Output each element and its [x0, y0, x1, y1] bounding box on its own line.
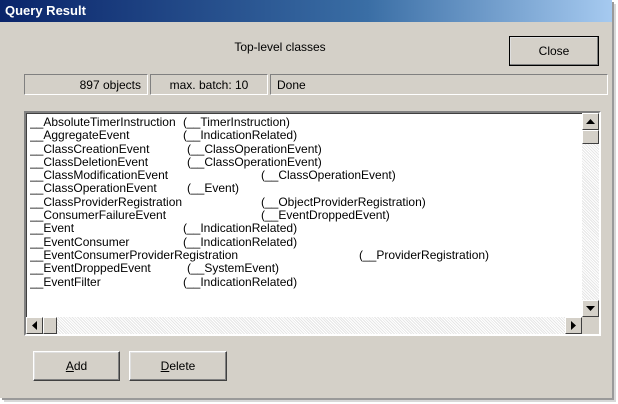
parent-class: (__ProviderRegistration) [359, 247, 490, 262]
arrow-down-icon [586, 306, 595, 311]
class-name: __ClassModificationEvent [30, 168, 169, 183]
scroll-down-button[interactable] [582, 300, 599, 317]
parent-class: (__TimerInstruction) [183, 116, 290, 129]
list-item[interactable]: __EventDroppedEvent (__SystemEvent) [30, 261, 582, 276]
scroll-right-button[interactable] [565, 317, 582, 334]
list-item[interactable]: __AbsoluteTimerInstruction (__TimerInstru… [30, 116, 582, 129]
list-item[interactable]: __EventConsumer (__IndicationRelated) [30, 234, 582, 249]
query-state-status: Done [270, 74, 608, 95]
arrow-up-icon [586, 119, 595, 124]
vertical-scrollbar[interactable] [582, 113, 599, 317]
arrow-right-icon [571, 321, 576, 330]
vertical-scroll-thumb[interactable] [582, 130, 599, 144]
parent-class: (__ClassOperationEvent) [187, 154, 322, 169]
class-name: __AggregateEvent [30, 128, 130, 143]
list-heading: Top-level classes [234, 40, 326, 54]
class-name: __ClassOperationEvent [30, 181, 157, 196]
parent-class: (__ClassOperationEvent) [261, 168, 396, 183]
window-title: Query Result [5, 3, 86, 18]
list-item[interactable]: __Event (__IndicationRelated) [30, 221, 582, 236]
scroll-left-button[interactable] [26, 317, 43, 334]
class-name: __ConsumerFailureEvent [30, 208, 167, 223]
batch-size-status: max. batch: 10 [150, 74, 268, 95]
class-list: __AbsoluteTimerInstruction (__TimerInstru… [30, 116, 582, 314]
parent-class: (__EventDroppedEvent) [261, 208, 390, 223]
list-item[interactable]: __ClassProviderRegistration (__ObjectProv… [30, 194, 582, 209]
parent-class: (__ObjectProviderRegistration) [261, 194, 426, 209]
list-item[interactable]: __AggregateEvent (__IndicationRelated) [30, 128, 582, 143]
object-count-status: 897 objects [24, 74, 148, 95]
add-button-label: Add [65, 359, 88, 373]
parent-class: (__IndicationRelated) [183, 128, 298, 143]
arrow-left-icon [32, 321, 37, 330]
class-name: __ClassProviderRegistration [30, 194, 183, 209]
query-result-window: Query Result Top-level classes Close 897… [0, 0, 612, 398]
class-name: __ClassCreationEvent [30, 141, 150, 156]
parent-class: (__IndicationRelated) [183, 274, 298, 289]
class-name: __EventDroppedEvent [30, 261, 151, 276]
close-button[interactable]: Close [509, 36, 599, 66]
list-item[interactable]: __EventConsumerProviderRegistration (__Pr… [30, 247, 582, 262]
horizontal-scroll-thumb[interactable] [43, 317, 57, 334]
add-button[interactable]: Add [33, 351, 120, 381]
class-name: __Event [30, 221, 75, 236]
list-item[interactable]: __EventFilter (__IndicationRelated) [30, 274, 582, 289]
list-item[interactable]: __ConsumerFailureEvent (__EventDroppedEve… [30, 208, 582, 223]
class-listbox[interactable]: __AbsoluteTimerInstruction (__TimerInstru… [24, 111, 601, 336]
list-item[interactable]: __ClassDeletionEvent (__ClassOperationEve… [30, 154, 582, 169]
delete-button-label: Delete [160, 359, 196, 373]
class-name: __EventConsumer [30, 234, 130, 249]
close-button-label: Close [538, 44, 570, 58]
parent-class: (__IndicationRelated) [183, 234, 298, 249]
scroll-up-button[interactable] [582, 113, 599, 130]
list-item[interactable]: __ClassCreationEvent (__ClassOperationEve… [30, 141, 582, 156]
class-name: __EventConsumerProviderRegistration [30, 247, 239, 262]
parent-class: (__ClassOperationEvent) [187, 141, 322, 156]
title-bar[interactable]: Query Result [0, 0, 612, 22]
parent-class: (__SystemEvent) [187, 261, 280, 276]
class-name: __AbsoluteTimerInstruction [30, 116, 176, 129]
class-name: __ClassDeletionEvent [30, 154, 149, 169]
delete-button[interactable]: Delete [129, 351, 227, 381]
class-name: __EventFilter [30, 274, 101, 289]
horizontal-scrollbar[interactable] [26, 317, 582, 334]
list-item[interactable]: __ClassOperationEvent (__Event) [30, 181, 582, 196]
parent-class: (__Event) [187, 181, 240, 196]
list-item[interactable]: __ClassModificationEvent (__ClassOperatio… [30, 168, 582, 183]
parent-class: (__IndicationRelated) [183, 221, 298, 236]
scrollbar-corner [582, 317, 599, 334]
